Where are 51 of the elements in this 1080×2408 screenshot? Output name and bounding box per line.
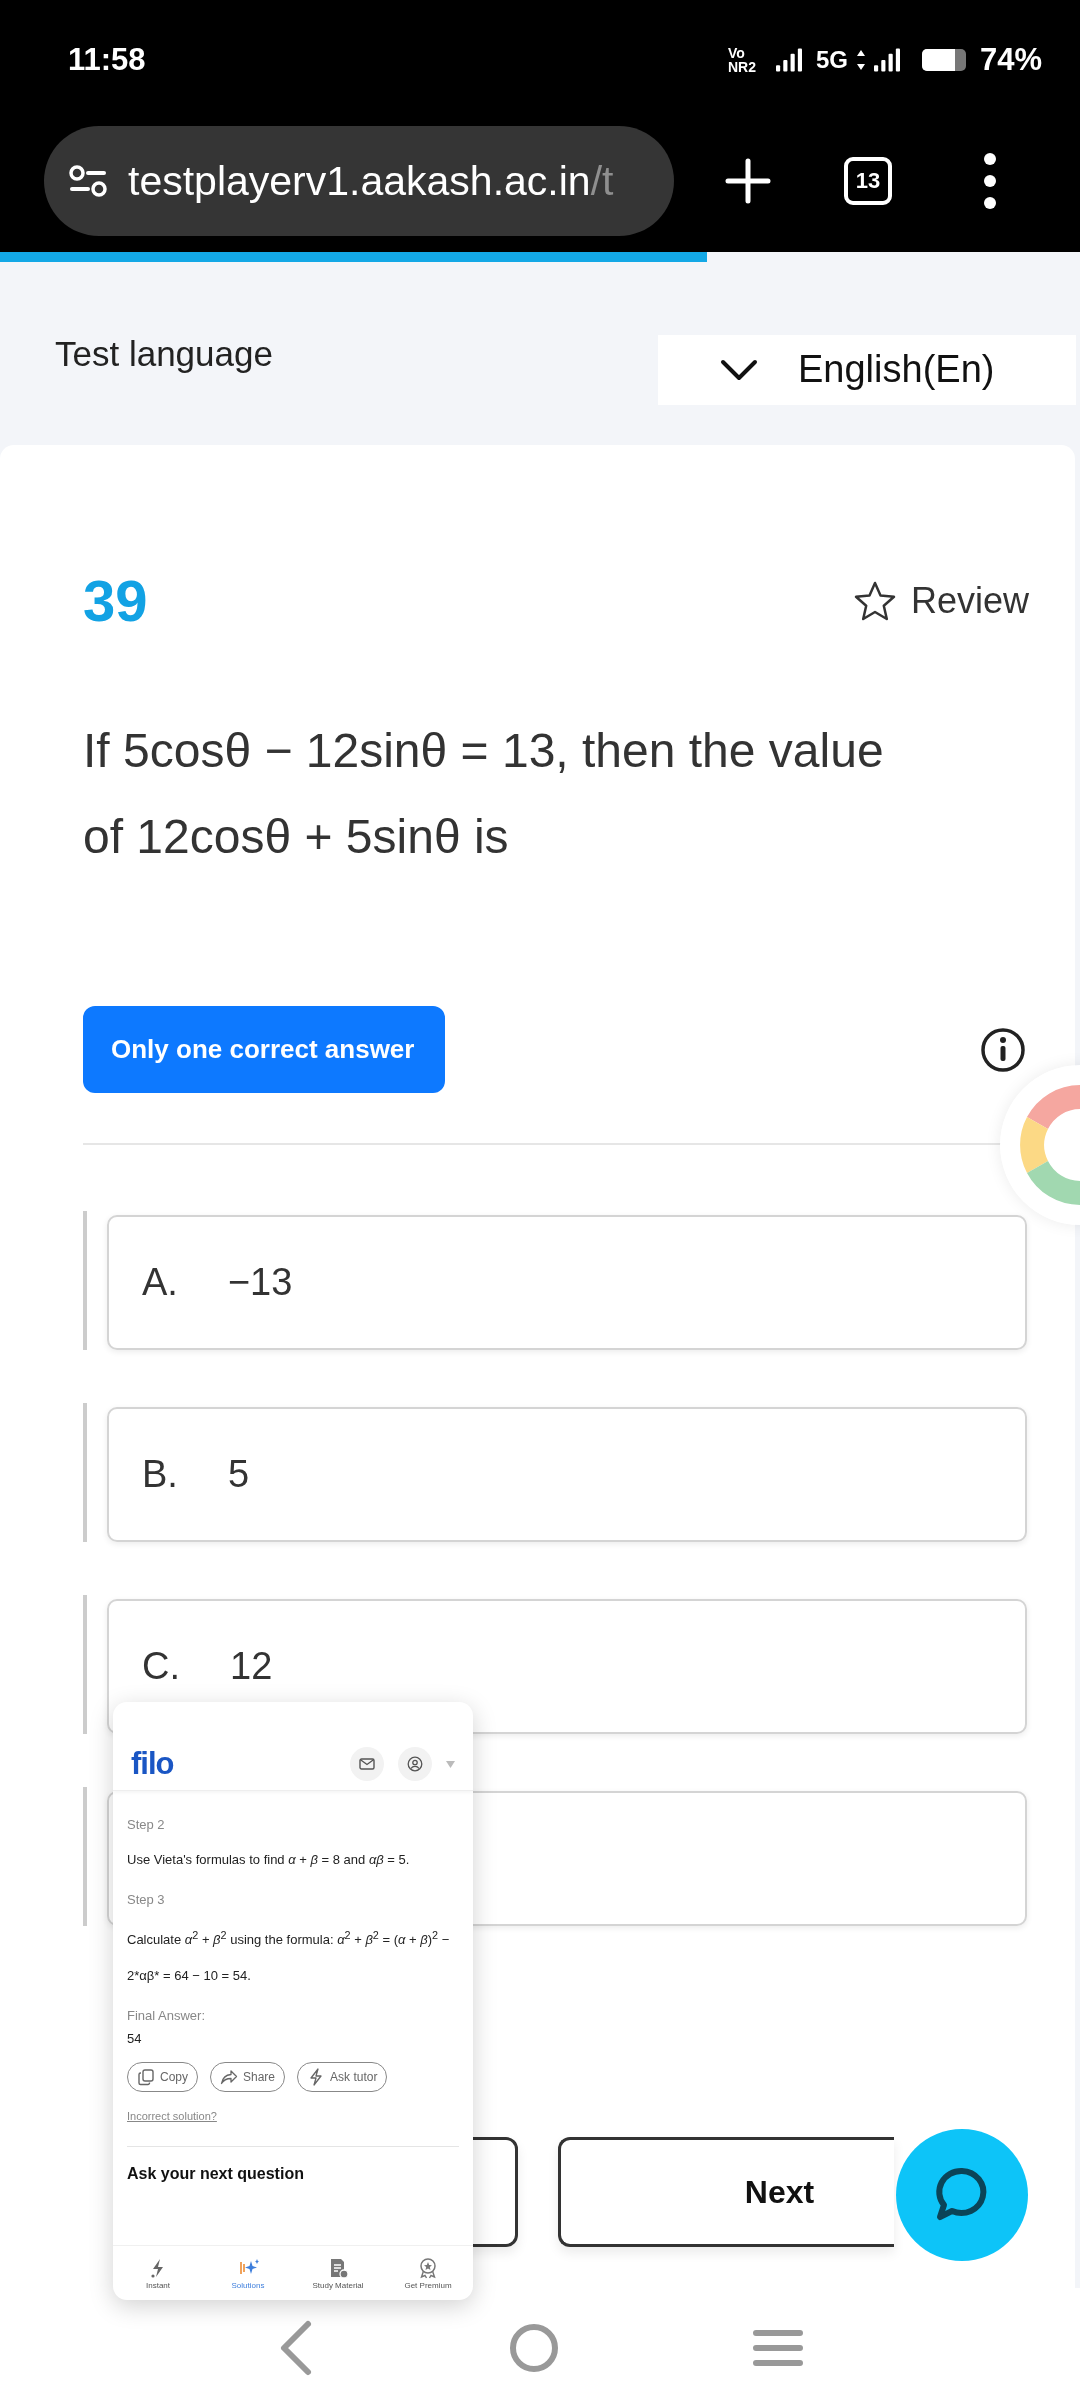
language-dropdown[interactable]: English(En) [658,334,1076,405]
step-text: Calculate α$^{2}$ + β$^{2}$ using the formula: α$^{2}$ + β$^{2}$ = (α + β)$^{2}$ − 2*αβ* = 64 − 10 = 54. [127,1928,451,1986]
volte-label: Vo NR2 [727,46,756,74]
home-icon[interactable] [509,2323,559,2373]
clock-time: 11:58 [68,42,146,78]
answer-type-badge: Only one correct answer [83,1006,445,1093]
feedback-link[interactable]: Incorrect solution? [127,2110,459,2123]
mail-icon [359,1758,375,1770]
network-type: 5G [815,46,848,74]
user-icon [407,1756,423,1772]
filo-logo: filo [131,1746,174,1782]
option-text: 12 [230,1645,273,1688]
question-text: If 5cosθ − 12sinθ = 13, then the value of 12cosθ + 5sinθ is [83,723,885,865]
info-icon[interactable] [979,1025,1027,1074]
award-icon [417,2256,439,2279]
language-label: Test language [55,333,273,374]
final-answer-label: Final Answer: [127,2008,207,2024]
option-letter: C. [142,1645,180,1688]
account-button[interactable] [398,1747,432,1781]
filo-tab[interactable]: Study Material [293,2256,383,2290]
address-bar[interactable]: testplayerv1.aakash.ac.in/t [44,126,674,236]
step-title: Step 2 [127,1817,166,1832]
option-text: −13 [227,1261,293,1304]
step-text: Use Vieta's formulas to find α + β = 8 and αβ = 5. [127,1851,411,1869]
ask-heading: Ask your next question [127,2165,305,2184]
battery-icon [921,49,966,71]
next-button[interactable]: Next [558,2137,894,2247]
copy-icon [137,2068,155,2087]
mail-button[interactable] [350,1747,384,1781]
tab-switcher-button[interactable]: 13 [844,157,892,205]
filo-tab[interactable]: Get Premium [383,2256,473,2290]
recents-icon[interactable] [751,2328,804,2368]
option-letter: B. [142,1453,178,1496]
signal-icon [775,48,802,72]
share-icon [220,2068,238,2087]
filo-tab[interactable]: Solutions [203,2256,293,2290]
step-title: Step 3 [127,1892,166,1907]
review-button[interactable]: Review [852,579,1029,622]
signal-icon [873,48,900,72]
chevron-down-icon [720,358,758,381]
final-answer-value: 54 [127,2031,143,2047]
data-arrows-icon [855,48,866,72]
option-letter: A. [142,1261,178,1304]
filo-tab[interactable]: Instant [113,2256,203,2290]
site-settings-icon[interactable] [68,165,108,197]
option-text: 5 [227,1453,250,1496]
new-tab-icon[interactable] [724,157,772,205]
question-number: 39 [83,567,148,634]
answer-option[interactable]: A. −13 [107,1215,1027,1350]
answer-option[interactable]: B. 5 [107,1407,1027,1542]
battery-percent: 74% [979,42,1042,78]
